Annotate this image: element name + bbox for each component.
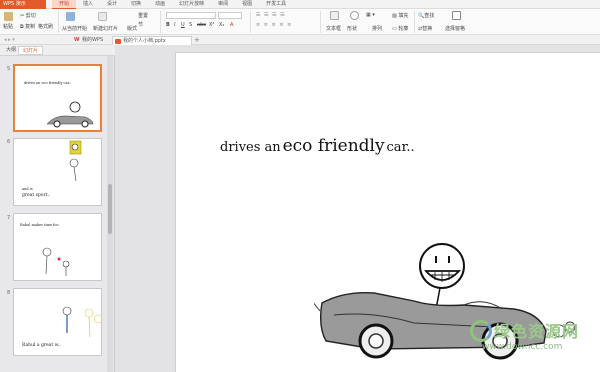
menu-developer[interactable]: 开发工具 xyxy=(259,0,293,9)
menu-transitions[interactable]: 切换 xyxy=(124,0,148,9)
menu-home[interactable]: 开始 xyxy=(52,0,77,9)
bold-button[interactable]: B xyxy=(166,22,170,28)
selection-pane-icon[interactable] xyxy=(452,11,461,20)
divider xyxy=(250,11,251,33)
menu-review[interactable]: 审阅 xyxy=(211,0,235,9)
font-name-select[interactable] xyxy=(166,12,216,19)
from-current-button[interactable]: 从当前开始 xyxy=(62,25,87,32)
slide-thumbnail-7[interactable]: Rahul makes time for.. xyxy=(13,213,102,281)
menu-bar: WPS 演示 开始 插入 设计 切换 动画 幻灯片放映 审阅 视图 开发工具 xyxy=(0,0,600,9)
find-button[interactable]: 🔍查找 xyxy=(418,12,434,19)
slide-panel: 大纲 幻灯片 5 drives an eco friendly car.. 6 … xyxy=(0,45,115,372)
slide-text-end: car.. xyxy=(386,140,415,155)
app-menu-button[interactable]: WPS 演示 xyxy=(0,0,46,9)
wps-logo-icon: W xyxy=(74,37,80,43)
section-button[interactable]: 节 xyxy=(138,21,143,28)
paste-button[interactable]: 粘贴 xyxy=(3,23,13,30)
fill-button[interactable]: ▨ 填充 xyxy=(392,12,408,19)
italic-button[interactable]: I xyxy=(174,22,175,28)
tab-document[interactable]: 我的个人小档.pptx xyxy=(112,36,192,45)
tab-document-label: 我的个人小档.pptx xyxy=(123,38,166,44)
tab-my-wps[interactable]: W 我的WPS xyxy=(72,36,112,45)
slide-text-big: eco friendly xyxy=(282,136,385,156)
watermark-url: www.downcc.com xyxy=(482,342,563,352)
tab-slides[interactable]: 幻灯片 xyxy=(18,46,44,55)
menu-view[interactable]: 视图 xyxy=(235,0,259,9)
new-slide-icon[interactable] xyxy=(98,12,107,21)
copy-button[interactable]: ⧉ 复制 xyxy=(20,23,35,30)
slide-text[interactable]: drives an eco friendly car.. xyxy=(220,136,415,156)
divider xyxy=(414,11,415,33)
divider xyxy=(160,11,161,33)
selection-pane-button[interactable]: 选择窗格 xyxy=(445,25,465,32)
font-size-select[interactable] xyxy=(218,12,242,19)
main-menu: 开始 插入 设计 切换 动画 幻灯片放映 审阅 视图 开发工具 xyxy=(52,0,293,9)
slide-number: 6 xyxy=(7,139,11,145)
format-painter-button[interactable]: 格式刷 xyxy=(38,23,53,30)
menu-insert[interactable]: 插入 xyxy=(76,0,100,9)
fill-label: 填充 xyxy=(398,13,409,19)
slide-thumbnail-6[interactable]: and is great sport.. xyxy=(13,138,102,206)
paragraph-icons[interactable]: ☰ ☰ ☰ ☰ xyxy=(256,12,286,18)
underline-button[interactable]: U xyxy=(181,22,185,28)
menu-design[interactable]: 设计 xyxy=(100,0,124,9)
cut-label: 剪切 xyxy=(25,13,36,19)
quick-style-button[interactable]: ▦ ▾ xyxy=(366,12,375,18)
car-drawing xyxy=(46,101,94,128)
textbox-button[interactable]: 文本框 xyxy=(326,25,341,32)
slide-number: 8 xyxy=(7,290,11,296)
replace-button[interactable]: ⇄替换 xyxy=(418,25,432,32)
thumb-text: Rahul a great w.. xyxy=(22,343,61,348)
watermark: 绿色资源网 www.downcc.com xyxy=(470,318,588,362)
layout-button[interactable]: 版式 xyxy=(127,25,137,32)
thumb-text-2: great sport.. xyxy=(22,193,51,198)
panel-scrollbar[interactable] xyxy=(107,56,113,372)
align-icons[interactable]: ≡ ≡ ≡ ≡ ≡ xyxy=(256,22,292,28)
new-slide-button[interactable]: 新建幻灯片 xyxy=(93,25,118,32)
textbox-icon[interactable] xyxy=(330,11,339,20)
watermark-logo-icon xyxy=(470,320,492,342)
watermark-title: 绿色资源网 xyxy=(494,322,580,341)
play-icon[interactable] xyxy=(66,12,75,21)
reset-button[interactable]: 重置 xyxy=(138,12,148,19)
slide-number: 5 xyxy=(7,66,11,72)
slide-thumbnail-8[interactable]: Rahul a great w.. xyxy=(13,288,102,356)
scrollbar-thumb[interactable] xyxy=(108,184,112,234)
strike-button[interactable]: abc xyxy=(197,22,206,28)
slide-thumbnail-5[interactable]: drives an eco friendly car.. xyxy=(13,64,102,132)
font-color-button[interactable]: A xyxy=(230,22,233,28)
tab-my-wps-label: 我的WPS xyxy=(82,37,104,43)
divider xyxy=(58,11,59,33)
ribbon-toolbar: 粘贴 ✂ 剪切 ⧉ 复制 格式刷 从当前开始 新建幻灯片 版式 重置 节 B I… xyxy=(0,9,600,35)
find-label: 查找 xyxy=(424,13,435,19)
copy-label: 复制 xyxy=(25,24,36,30)
people-drawing xyxy=(42,247,70,276)
paste-icon[interactable] xyxy=(4,12,13,21)
outline-button[interactable]: ▭ 轮廓 xyxy=(392,25,408,32)
shadow-button[interactable]: S xyxy=(189,22,192,28)
cut-button[interactable]: ✂ 剪切 xyxy=(20,12,36,19)
divider xyxy=(320,11,321,33)
shape-icon[interactable] xyxy=(350,11,359,20)
new-tab-button[interactable]: + xyxy=(194,36,200,44)
arrange-button[interactable]: 排列 xyxy=(372,25,382,32)
replace-label: 替换 xyxy=(422,26,433,32)
thumb-text: and is xyxy=(22,187,33,191)
tab-nav-icons[interactable]: ◂ ▸ ▾ xyxy=(4,37,15,43)
slide-text-small: drives an xyxy=(220,140,281,155)
document-tabs: ◂ ▸ ▾ W 我的WPS 我的个人小档.pptx + xyxy=(0,35,600,45)
superscript-button[interactable]: X² xyxy=(209,22,214,28)
slide-number: 7 xyxy=(7,215,11,221)
outline-label: 轮廓 xyxy=(398,26,409,32)
menu-slideshow[interactable]: 幻灯片放映 xyxy=(172,0,211,9)
panel-tabs: 大纲 幻灯片 xyxy=(0,45,115,56)
subscript-button[interactable]: X₂ xyxy=(219,22,224,28)
shape-button[interactable]: 形状 xyxy=(347,25,357,32)
menu-animations[interactable]: 动画 xyxy=(148,0,172,9)
ppt-file-icon xyxy=(115,39,121,44)
